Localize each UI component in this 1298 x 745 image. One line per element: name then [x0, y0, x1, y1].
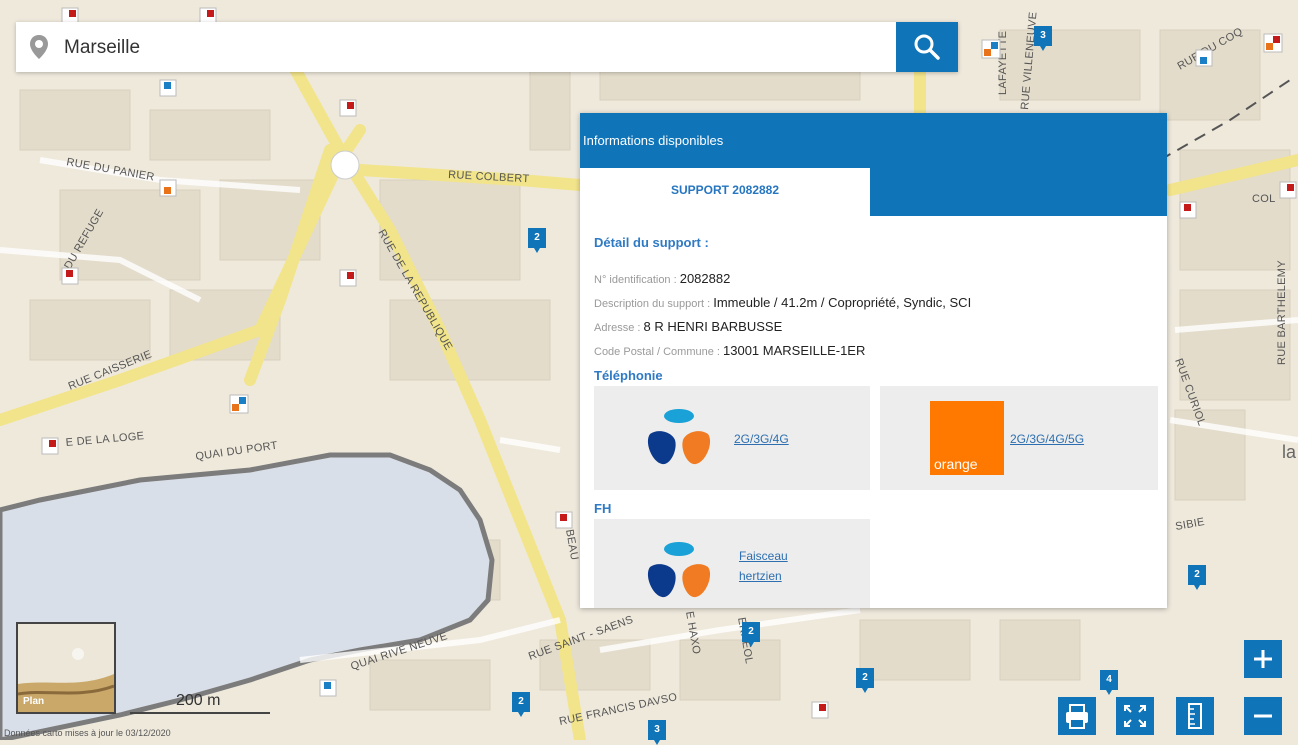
detail-label: N° identification : — [594, 274, 680, 286]
antenna-marker — [319, 679, 337, 697]
detail-label: Description du support : — [594, 298, 714, 310]
detail-title: Détail du support : — [594, 235, 709, 250]
zoom-out-button[interactable] — [1244, 697, 1282, 735]
fh-title: FH — [594, 501, 612, 516]
antenna-marker — [1195, 49, 1213, 67]
detail-row-description: Description du support : Immeuble / 41.2… — [594, 295, 971, 310]
orange-logo: orange — [930, 401, 1004, 475]
antenna-marker — [339, 99, 357, 117]
cluster-marker[interactable]: 2 — [1188, 565, 1206, 590]
fullscreen-icon — [1124, 705, 1146, 727]
street-label: COL — [1252, 193, 1276, 205]
panel-header: Informations disponibles — [580, 113, 1167, 161]
antenna-marker — [159, 179, 177, 197]
fh-card-bouygues: Faisceau hertzien — [594, 519, 870, 608]
scale-label: 200 m — [176, 692, 221, 709]
scale-bar — [130, 712, 270, 714]
street-label: RUE BARTHELEMY — [1276, 260, 1288, 365]
minimap-label: Plan — [23, 696, 45, 707]
cluster-marker[interactable]: 2 — [856, 668, 874, 693]
bouygues-logo — [644, 406, 714, 475]
search-input[interactable] — [62, 32, 886, 64]
detail-label: Adresse : — [594, 322, 644, 334]
antenna-marker — [981, 39, 1001, 59]
measure-button[interactable] — [1176, 697, 1214, 735]
antenna-marker — [1279, 181, 1297, 199]
detail-label: Code Postal / Commune : — [594, 346, 724, 358]
cluster-marker[interactable]: 2 — [742, 622, 760, 647]
antenna-marker — [159, 79, 177, 97]
search-bar — [16, 22, 958, 72]
detail-row-address: Adresse : 8 R HENRI BARBUSSE — [594, 319, 782, 334]
zoom-in-button[interactable] — [1244, 640, 1282, 678]
telephonie-title: Téléphonie — [594, 368, 663, 383]
antenna-marker — [339, 269, 357, 287]
plus-icon — [1254, 650, 1272, 668]
ruler-icon — [1188, 703, 1202, 729]
antenna-marker — [41, 437, 59, 455]
attribution: Données carto mises à jour le 03/12/2020 — [4, 728, 171, 738]
minimap-toggle[interactable]: Plan — [16, 622, 116, 714]
orange-logo-text: orange — [934, 456, 978, 472]
antenna-marker — [1179, 201, 1197, 219]
cluster-marker[interactable]: 3 — [648, 720, 666, 745]
operator-card-orange: orange 2G/3G/4G/5G — [880, 386, 1158, 490]
print-icon — [1066, 704, 1088, 729]
search-button[interactable] — [896, 22, 958, 72]
tab-strip: SUPPORT 2082882 — [580, 161, 1167, 216]
antenna-marker — [811, 701, 829, 719]
info-panel: Informations disponibles SUPPORT 2082882… — [580, 113, 1167, 608]
operator-card-bouygues: 2G/3G/4G — [594, 386, 870, 490]
detail-row-id: N° identification : 2082882 — [594, 271, 730, 286]
antenna-marker — [555, 511, 573, 529]
detail-value: 8 R HENRI BARBUSSE — [643, 319, 783, 334]
detail-value: 13001 MARSEILLE-1ER — [723, 343, 866, 358]
detail-value: Immeuble / 41.2m / Copropriété, Syndic, … — [713, 295, 972, 310]
network-link[interactable]: 2G/3G/4G — [734, 432, 789, 446]
minus-icon — [1254, 714, 1272, 718]
print-button[interactable] — [1058, 697, 1096, 735]
detail-row-postal: Code Postal / Commune : 13001 MARSEILLE-… — [594, 343, 865, 358]
network-link[interactable]: 2G/3G/4G/5G — [1010, 432, 1084, 446]
cluster-marker[interactable]: 3 — [1034, 26, 1052, 51]
antenna-marker — [229, 394, 249, 414]
fh-link-line1[interactable]: Faisceau — [739, 549, 788, 563]
cluster-marker[interactable]: 2 — [512, 692, 530, 717]
detail-value: 2082882 — [679, 271, 731, 286]
cluster-marker[interactable]: 2 — [528, 228, 546, 253]
street-label: la — [1282, 442, 1297, 462]
fullscreen-button[interactable] — [1116, 697, 1154, 735]
cluster-marker[interactable]: 4 — [1100, 670, 1118, 695]
tab-support[interactable]: SUPPORT 2082882 — [580, 168, 870, 216]
antenna-marker — [61, 267, 79, 285]
location-pin-icon — [28, 34, 50, 65]
fh-link-line2[interactable]: hertzien — [739, 569, 782, 583]
bouygues-logo — [644, 539, 714, 608]
antenna-marker — [1263, 33, 1283, 53]
